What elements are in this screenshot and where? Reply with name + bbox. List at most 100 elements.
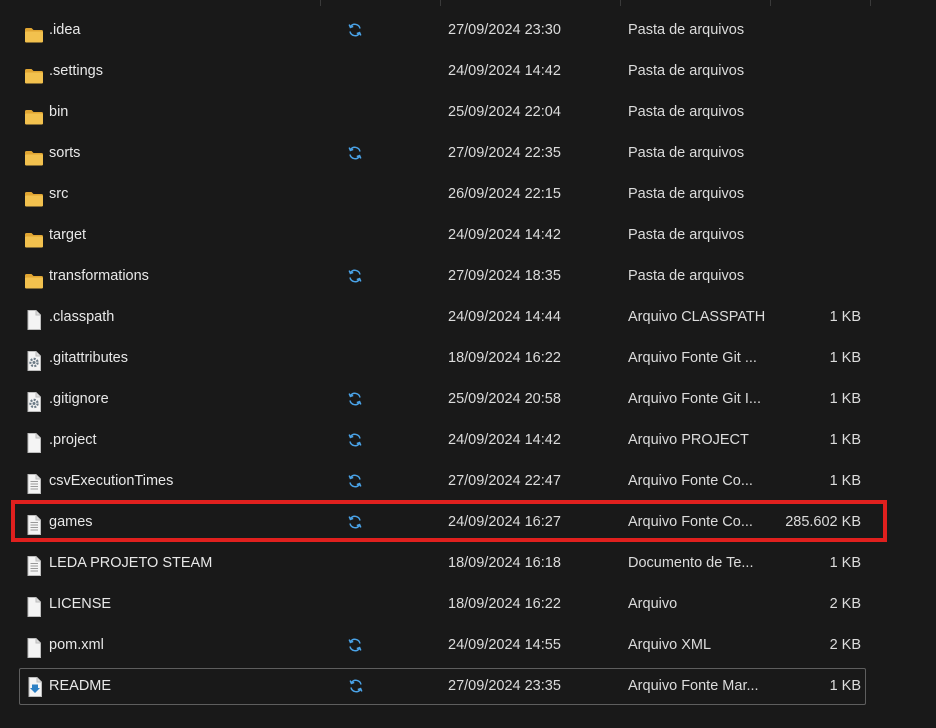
file-name[interactable]: csvExecutionTimes: [49, 461, 339, 502]
file-icon-cell: [24, 461, 46, 502]
sync-status-icon: [345, 502, 365, 543]
file-modified-date: 24/09/2024 14:42: [448, 63, 561, 79]
file-row[interactable]: transformations 27/09/2024 18:35 Pasta de…: [0, 256, 936, 297]
file-icon-cell: [24, 338, 46, 379]
column-divider[interactable]: [770, 0, 771, 6]
file-name[interactable]: games: [49, 502, 339, 543]
file-name[interactable]: README: [49, 669, 339, 704]
file-type: Arquivo PROJECT: [628, 432, 749, 448]
markdown-file-icon: [25, 676, 47, 698]
blank-file-icon: [24, 430, 46, 453]
file-name[interactable]: src: [49, 174, 339, 215]
file-size: 1 KB: [829, 432, 861, 448]
text-file-icon: [24, 512, 46, 535]
file-type: Arquivo Fonte Mar...: [628, 678, 759, 694]
file-type: Arquivo CLASSPATH: [628, 309, 766, 325]
file-icon-cell: [24, 215, 46, 256]
file-name[interactable]: LEDA PROJETO STEAM: [49, 543, 339, 584]
file-row[interactable]: .idea 27/09/2024 23:30 Pasta de arquivos: [0, 10, 936, 51]
file-row[interactable]: LICENSE 18/09/2024 16:22 Arquivo 2 KB: [0, 584, 936, 625]
file-icon-cell: [24, 543, 46, 584]
file-type: Arquivo Fonte Git ...: [628, 350, 757, 366]
file-row[interactable]: .gitattributes 18/09/2024 16:22 Arquivo Fo…: [0, 338, 936, 379]
file-modified-date: 24/09/2024 14:42: [448, 227, 561, 243]
sync-status-icon: [345, 133, 365, 174]
folder-icon: [24, 61, 46, 83]
file-type: Pasta de arquivos: [628, 145, 745, 161]
file-name[interactable]: .settings: [49, 51, 339, 92]
file-type: Documento de Te...: [628, 555, 754, 571]
column-divider[interactable]: [620, 0, 621, 6]
file-size: 2 KB: [829, 637, 861, 653]
file-icon-cell: [24, 133, 46, 174]
file-modified-date: 24/09/2024 14:55: [448, 637, 561, 653]
file-row[interactable]: target 24/09/2024 14:42 Pasta de arquivos: [0, 215, 936, 256]
file-modified-date: 27/09/2024 22:47: [448, 473, 561, 489]
file-modified-date: 25/09/2024 22:04: [448, 104, 561, 120]
file-row[interactable]: README 27/09/2024 23:35 Arquivo Fonte Mar…: [19, 668, 866, 705]
file-name[interactable]: transformations: [49, 256, 339, 297]
file-modified-date: 26/09/2024 22:15: [448, 186, 561, 202]
file-row[interactable]: LEDA PROJETO STEAM 18/09/2024 16:18 Docume…: [0, 543, 936, 584]
file-icon-cell: [24, 297, 46, 338]
column-divider[interactable]: [320, 0, 321, 6]
sync-status-icon: [345, 420, 365, 461]
file-row[interactable]: .gitignore 25/09/2024 20:58 Arquivo Fonte…: [0, 379, 936, 420]
file-name[interactable]: sorts: [49, 133, 339, 174]
file-row[interactable]: src 26/09/2024 22:15 Pasta de arquivos: [0, 174, 936, 215]
file-name[interactable]: pom.xml: [49, 625, 339, 666]
file-row[interactable]: pom.xml 24/09/2024 14:55 Arquivo XML 2 KB: [0, 625, 936, 666]
file-type: Arquivo Fonte Co...: [628, 473, 753, 489]
gear-file-icon: [24, 348, 46, 371]
file-type: Pasta de arquivos: [628, 268, 745, 284]
file-name[interactable]: .gitattributes: [49, 338, 339, 379]
file-icon-cell: [24, 92, 46, 133]
file-row[interactable]: .project 24/09/2024 14:42 Arquivo PROJECT…: [0, 420, 936, 461]
file-row[interactable]: .settings 24/09/2024 14:42 Pasta de arquiv…: [0, 51, 936, 92]
file-modified-date: 24/09/2024 14:44: [448, 309, 561, 325]
sync-status-icon: [346, 669, 366, 704]
file-modified-date: 27/09/2024 23:30: [448, 22, 561, 38]
file-icon-cell: [24, 256, 46, 297]
file-row[interactable]: games 24/09/2024 16:27 Arquivo Fonte Co..…: [0, 502, 936, 543]
file-row[interactable]: .classpath 24/09/2024 14:44 Arquivo CLASSP…: [0, 297, 936, 338]
folder-icon: [24, 184, 46, 206]
file-name[interactable]: .classpath: [49, 297, 339, 338]
file-icon-cell: [24, 584, 46, 625]
sync-status-icon: [345, 10, 365, 51]
sync-status-icon: [345, 256, 365, 297]
file-row[interactable]: sorts 27/09/2024 22:35 Pasta de arquivos: [0, 133, 936, 174]
file-type: Pasta de arquivos: [628, 63, 745, 79]
file-icon-cell: [24, 51, 46, 92]
file-type: Pasta de arquivos: [628, 227, 745, 243]
file-type: Pasta de arquivos: [628, 22, 745, 38]
file-name[interactable]: target: [49, 215, 339, 256]
file-modified-date: 27/09/2024 18:35: [448, 268, 561, 284]
gear-file-icon: [24, 389, 46, 412]
sync-status-icon: [345, 379, 365, 420]
file-size: 1 KB: [829, 555, 861, 571]
sync-status-icon: [345, 461, 365, 502]
file-size: 1 KB: [829, 391, 861, 407]
file-size: 285.602 KB: [785, 514, 861, 530]
blank-file-icon: [24, 307, 46, 330]
column-divider[interactable]: [870, 0, 871, 6]
file-name[interactable]: bin: [49, 92, 339, 133]
column-divider[interactable]: [440, 0, 441, 6]
blank-file-icon: [24, 594, 46, 617]
file-size: 1 KB: [829, 473, 861, 489]
file-modified-date: 24/09/2024 14:42: [448, 432, 561, 448]
file-explorer-list: .idea 27/09/2024 23:30 Pasta de arquivos …: [0, 0, 936, 728]
file-icon-cell: [25, 669, 47, 704]
file-icon-cell: [24, 420, 46, 461]
file-modified-date: 18/09/2024 16:22: [448, 350, 561, 366]
file-name[interactable]: .gitignore: [49, 379, 339, 420]
file-name[interactable]: .idea: [49, 10, 339, 51]
file-row[interactable]: bin 25/09/2024 22:04 Pasta de arquivos: [0, 92, 936, 133]
file-type: Arquivo Fonte Co...: [628, 514, 753, 530]
file-type: Pasta de arquivos: [628, 104, 745, 120]
file-row[interactable]: csvExecutionTimes 27/09/2024 22:47 Arquiv…: [0, 461, 936, 502]
file-type: Arquivo: [628, 596, 678, 612]
file-name[interactable]: .project: [49, 420, 339, 461]
file-name[interactable]: LICENSE: [49, 584, 339, 625]
